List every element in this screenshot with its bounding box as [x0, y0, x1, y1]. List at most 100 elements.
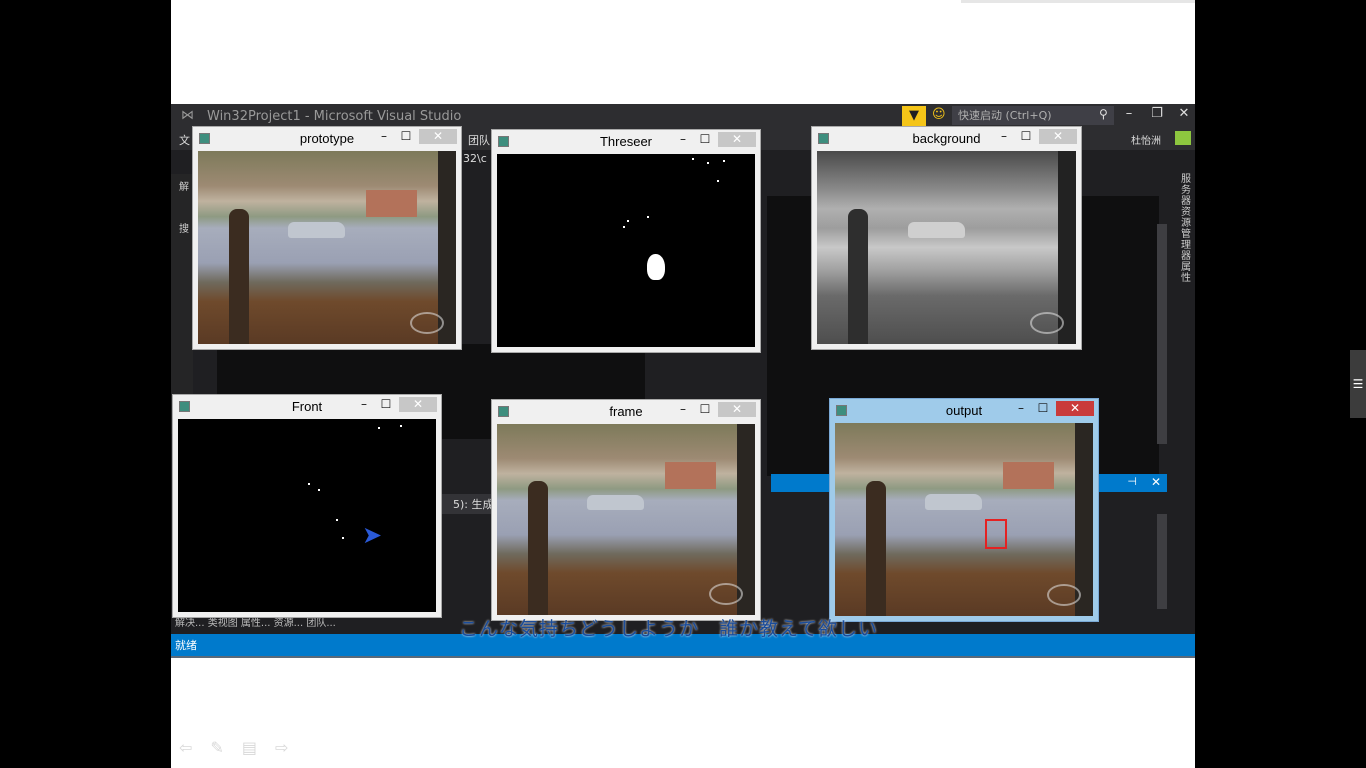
- video-frame-image: [497, 424, 755, 615]
- editor-scrollbar[interactable]: [1157, 224, 1167, 444]
- threseer-window[interactable]: Threseer – ☐ ✕: [491, 129, 761, 353]
- top-shadow: [961, 0, 1195, 3]
- background-window[interactable]: background – ☐ ✕: [811, 126, 1082, 350]
- output-scrollbar[interactable]: [1157, 514, 1167, 609]
- menu-icon[interactable]: ▤: [242, 738, 257, 757]
- minimize-icon[interactable]: –: [672, 401, 694, 417]
- eye-watermark-icon: [1030, 312, 1064, 334]
- pen-icon[interactable]: ✎: [210, 738, 223, 757]
- noise-dot: [717, 180, 719, 182]
- close-icon[interactable]: ✕: [1174, 106, 1194, 121]
- minimize-icon[interactable]: –: [373, 128, 395, 144]
- output-prefix: 5):: [453, 498, 468, 511]
- window-controls: – ☐ ✕: [373, 127, 457, 145]
- tree-trunk: [527, 481, 548, 615]
- quick-launch-input[interactable]: 快速启动 (Ctrl+Q): [952, 106, 1114, 125]
- tree-trunk: [848, 208, 869, 344]
- minimize-icon[interactable]: –: [1010, 400, 1032, 416]
- edge-dot: [378, 427, 380, 429]
- prototype-window[interactable]: prototype – ☐ ✕: [192, 126, 462, 350]
- car: [925, 494, 983, 510]
- vs-window-title: Win32Project1 - Microsoft Visual Studio: [207, 109, 462, 124]
- search-panel-label: 搜: [179, 224, 189, 235]
- noise-dot: [707, 162, 709, 164]
- avatar[interactable]: [1175, 131, 1191, 145]
- window-controls: – ☐ ✕: [353, 395, 437, 413]
- pole: [737, 424, 755, 615]
- maximize-icon[interactable]: ☐: [395, 128, 417, 144]
- maximize-icon[interactable]: ☐: [1032, 400, 1054, 416]
- house: [365, 189, 418, 217]
- edge-dot: [342, 537, 344, 539]
- pole: [438, 151, 456, 344]
- house: [664, 462, 717, 489]
- close-icon[interactable]: ✕: [718, 401, 756, 417]
- minimize-icon[interactable]: –: [993, 128, 1015, 144]
- prev-slide-icon[interactable]: ⇦: [179, 738, 192, 757]
- minimize-icon[interactable]: –: [1119, 106, 1139, 121]
- slide-canvas: ⋈ Win32Project1 - Microsoft Visual Studi…: [171, 0, 1195, 768]
- noise-dot: [623, 226, 625, 228]
- vs-user-name[interactable]: 杜怡洲: [1131, 132, 1161, 147]
- maximize-icon[interactable]: ☐: [375, 396, 397, 412]
- house: [1002, 461, 1055, 489]
- car: [288, 222, 346, 238]
- tree-trunk: [228, 208, 249, 344]
- detection-bounding-box: [985, 519, 1007, 549]
- video-subtitle: こんな気持ちどうしようか 誰か教えて欲しい: [459, 618, 879, 640]
- noise-dot: [627, 220, 629, 222]
- close-panel-icon[interactable]: ✕: [1151, 475, 1161, 489]
- edge-dot: [308, 483, 310, 485]
- edge-dot: [400, 425, 402, 427]
- front-window[interactable]: Front – ☐ ✕ ➤: [172, 394, 442, 618]
- mouse-cursor-icon: ➤: [362, 521, 383, 549]
- threshold-mask-image: [497, 154, 755, 347]
- vs-side-panels[interactable]: 服务器资源管理器 属性: [1177, 174, 1195, 374]
- minimize-icon[interactable]: –: [353, 396, 375, 412]
- menu-team[interactable]: 团队: [468, 132, 490, 148]
- menu-file[interactable]: 文: [179, 132, 190, 148]
- background-model-image: [817, 151, 1076, 344]
- frame-window[interactable]: frame – ☐ ✕: [491, 399, 761, 621]
- pole: [1058, 151, 1076, 344]
- maximize-icon[interactable]: ☐: [694, 401, 716, 417]
- search-icon[interactable]: ⚲: [1099, 107, 1108, 121]
- pole: [1075, 423, 1093, 616]
- eye-watermark-icon: [709, 583, 743, 605]
- car: [587, 494, 645, 510]
- tracking-output-image: [835, 423, 1093, 616]
- maximize-icon[interactable]: ☐: [1015, 128, 1037, 144]
- solution-panel-label: 解: [179, 182, 189, 193]
- filter-icon[interactable]: ▼: [902, 106, 926, 126]
- output-window[interactable]: output – ☐ ✕: [829, 398, 1099, 622]
- eye-watermark-icon: [1047, 584, 1081, 606]
- smiley-icon[interactable]: ☺: [932, 107, 946, 122]
- eye-watermark-icon: [410, 312, 444, 334]
- breadcrumb: 32\c: [463, 152, 487, 165]
- close-icon[interactable]: ✕: [399, 396, 437, 412]
- close-icon[interactable]: ✕: [419, 128, 457, 144]
- window-controls: – ☐ ✕: [672, 400, 756, 418]
- tree-trunk: [865, 480, 886, 616]
- foreground-blob: [647, 254, 665, 280]
- edge-dot: [336, 519, 338, 521]
- window-controls: – ☐ ✕: [1010, 399, 1094, 417]
- status-text: 就绪: [175, 639, 197, 652]
- close-icon[interactable]: ✕: [1056, 400, 1094, 416]
- noise-dot: [692, 158, 694, 160]
- pin-icon[interactable]: ⊣: [1127, 475, 1137, 488]
- side-panel-toggle[interactable]: ☰: [1350, 350, 1366, 418]
- car: [907, 222, 965, 238]
- foreground-edge-image: ➤: [178, 419, 436, 612]
- next-slide-icon[interactable]: ⇨: [275, 738, 288, 757]
- video-frame-image: [198, 151, 456, 344]
- vs-logo-icon: ⋈: [181, 108, 194, 123]
- window-controls: – ☐ ✕: [993, 127, 1077, 145]
- taskbar-strip: [171, 656, 1195, 658]
- maximize-icon[interactable]: ❐: [1147, 106, 1167, 121]
- window-controls: – ☐ ✕: [672, 130, 756, 148]
- close-icon[interactable]: ✕: [718, 131, 756, 147]
- close-icon[interactable]: ✕: [1039, 128, 1077, 144]
- minimize-icon[interactable]: –: [672, 131, 694, 147]
- maximize-icon[interactable]: ☐: [694, 131, 716, 147]
